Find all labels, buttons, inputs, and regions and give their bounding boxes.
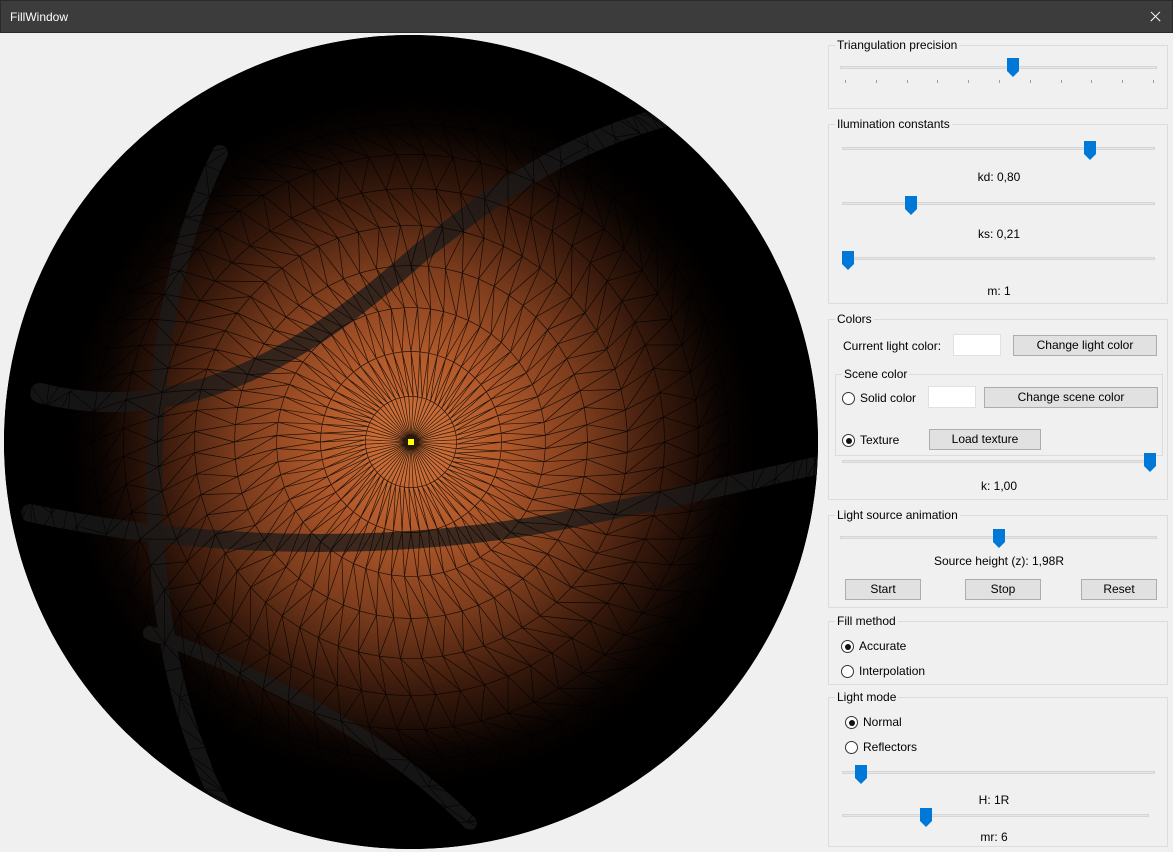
triangulation-group: Triangulation precision [828, 37, 1168, 109]
change-scene-color-button[interactable]: Change scene color [984, 387, 1158, 408]
slider-tick [906, 80, 908, 83]
sphere-render[interactable] [0, 33, 824, 852]
normal-radio[interactable] [845, 716, 858, 729]
light-source-marker [408, 439, 414, 445]
h-slider-track[interactable] [842, 771, 1155, 774]
interpolation-radio[interactable] [841, 665, 854, 678]
colors-group: Colors Current light color: Change light… [828, 311, 1168, 500]
solid-color-label: Solid color [860, 391, 917, 405]
slider-tick [845, 80, 846, 83]
stop-button[interactable]: Stop [965, 579, 1041, 600]
illumination-group: Ilumination constants kd: 0,80 ks: 0,21 … [828, 116, 1168, 304]
slider-tick [999, 80, 1000, 83]
reflectors-label: Reflectors [863, 740, 918, 754]
render-canvas[interactable] [0, 33, 824, 852]
h-value-label: H: 1R [978, 793, 1010, 807]
k-value-label: k: 1,00 [980, 479, 1018, 493]
animation-label: Light source animation [835, 507, 960, 523]
slider-tick [937, 80, 939, 83]
normal-label: Normal [863, 715, 902, 729]
slider-tick [875, 80, 877, 83]
title-bar: FillWindow [0, 0, 1173, 33]
ks-value-label: ks: 0,21 [977, 227, 1021, 241]
k-slider-thumb[interactable] [1144, 453, 1156, 472]
scene-color-label: Scene color [842, 366, 910, 382]
solid-color-radio[interactable] [842, 392, 855, 405]
slider-tick [1091, 80, 1093, 83]
triangulation-slider-track[interactable] [840, 66, 1157, 69]
source-height-slider-thumb[interactable] [993, 529, 1005, 548]
slider-tick [1029, 80, 1031, 83]
light-mode-label: Light mode [835, 689, 899, 705]
scene-color-group: Scene color Solid color Change scene col… [835, 366, 1163, 456]
texture-label: Texture [860, 433, 900, 447]
accurate-radio[interactable] [841, 640, 854, 653]
h-slider-thumb[interactable] [855, 765, 867, 784]
kd-slider-track[interactable] [842, 147, 1155, 150]
source-height-label: Source height (z): 1,98R [933, 554, 1065, 568]
mr-value-label: mr: 6 [980, 830, 1008, 844]
texture-radio[interactable] [842, 434, 855, 447]
mr-slider-thumb[interactable] [920, 808, 932, 827]
m-slider-thumb[interactable] [842, 251, 854, 270]
reflectors-radio[interactable] [845, 741, 858, 754]
illumination-label: Ilumination constants [835, 116, 952, 132]
current-light-color-label: Current light color: [843, 339, 942, 353]
close-icon[interactable] [1139, 1, 1172, 32]
interpolation-label: Interpolation [859, 664, 926, 678]
colors-label: Colors [835, 311, 874, 327]
light-color-swatch [953, 334, 1001, 356]
scene-color-swatch [928, 386, 976, 408]
slider-tick [1060, 80, 1062, 83]
change-light-color-button[interactable]: Change light color [1013, 335, 1157, 356]
slider-tick [1122, 80, 1124, 83]
animation-group: Light source animation Source height (z)… [828, 507, 1168, 608]
start-button[interactable]: Start [845, 579, 921, 600]
accurate-label: Accurate [859, 639, 907, 653]
k-slider-track[interactable] [842, 460, 1155, 463]
triangulation-slider-thumb[interactable] [1007, 58, 1019, 77]
window-title: FillWindow [10, 10, 69, 24]
m-slider-track[interactable] [842, 257, 1155, 260]
reset-button[interactable]: Reset [1081, 579, 1157, 600]
kd-slider-thumb[interactable] [1084, 141, 1096, 160]
ks-slider-thumb[interactable] [905, 196, 917, 215]
fill-method-label: Fill method [835, 613, 898, 629]
fill-method-group: Fill method Accurate Interpolation [828, 613, 1168, 685]
light-mode-group: Light mode Normal Reflectors H: 1R mr: 6 [828, 689, 1168, 847]
slider-tick [1153, 80, 1154, 83]
load-texture-button[interactable]: Load texture [929, 429, 1041, 450]
slider-tick [968, 80, 970, 83]
triangulation-label: Triangulation precision [835, 37, 960, 53]
kd-value-label: kd: 0,80 [977, 170, 1021, 184]
ks-slider-track[interactable] [842, 202, 1155, 205]
mr-slider-track[interactable] [842, 814, 1149, 817]
m-value-label: m: 1 [987, 284, 1011, 298]
